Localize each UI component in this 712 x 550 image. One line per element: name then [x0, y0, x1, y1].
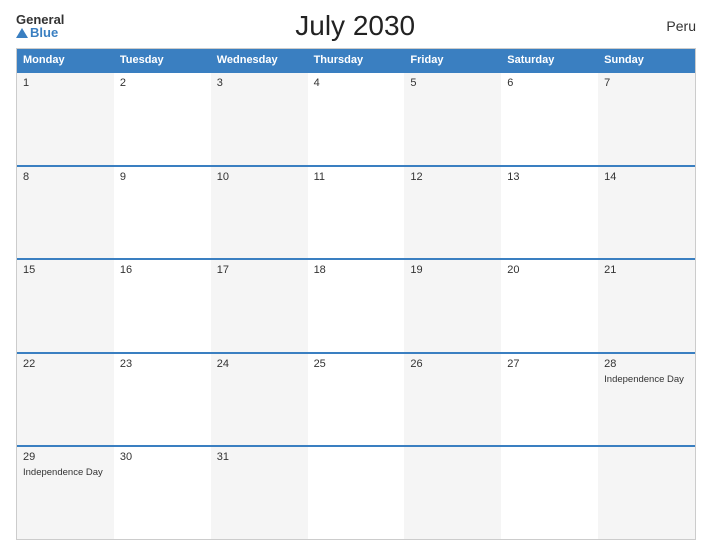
header-friday: Friday: [404, 49, 501, 71]
table-row: 20: [501, 260, 598, 352]
day-number: 13: [507, 171, 592, 183]
table-row: [404, 447, 501, 539]
day-number: 30: [120, 451, 205, 463]
table-row: 22: [17, 354, 114, 446]
table-row: 4: [308, 73, 405, 165]
table-row: 29 Independence Day: [17, 447, 114, 539]
calendar-page: General Blue July 2030 Peru Monday Tuesd…: [0, 0, 712, 550]
table-row: 9: [114, 167, 211, 259]
day-number: 11: [314, 171, 399, 183]
day-number: 8: [23, 171, 108, 183]
table-row: 6: [501, 73, 598, 165]
header-wednesday: Wednesday: [211, 49, 308, 71]
logo-blue-text: Blue: [16, 26, 64, 39]
table-row: 18: [308, 260, 405, 352]
table-row: 2: [114, 73, 211, 165]
table-row: 7: [598, 73, 695, 165]
day-number: 18: [314, 264, 399, 276]
header-thursday: Thursday: [308, 49, 405, 71]
day-number: 6: [507, 77, 592, 89]
day-event-label: Independence Day: [23, 467, 108, 479]
table-row: [501, 447, 598, 539]
header-tuesday: Tuesday: [114, 49, 211, 71]
logo-triangle-icon: [16, 28, 28, 38]
day-number: 3: [217, 77, 302, 89]
day-number: 20: [507, 264, 592, 276]
day-number: 5: [410, 77, 495, 89]
day-number: 29: [23, 451, 108, 463]
day-number: 16: [120, 264, 205, 276]
day-number: 15: [23, 264, 108, 276]
logo: General Blue: [16, 13, 64, 39]
day-number: 10: [217, 171, 302, 183]
table-row: 10: [211, 167, 308, 259]
table-row: [308, 447, 405, 539]
day-number: 9: [120, 171, 205, 183]
table-row: 1: [17, 73, 114, 165]
table-row: 25: [308, 354, 405, 446]
table-row: 30: [114, 447, 211, 539]
day-number: 31: [217, 451, 302, 463]
table-row: 23: [114, 354, 211, 446]
day-number: 25: [314, 358, 399, 370]
day-number: 12: [410, 171, 495, 183]
table-row: 13: [501, 167, 598, 259]
day-number: 17: [217, 264, 302, 276]
day-number: 4: [314, 77, 399, 89]
table-row: 26: [404, 354, 501, 446]
table-row: 17: [211, 260, 308, 352]
week-5: 29 Independence Day 30 31: [17, 445, 695, 539]
header: General Blue July 2030 Peru: [16, 10, 696, 42]
table-row: [598, 447, 695, 539]
day-number: 28: [604, 358, 689, 370]
day-number: 26: [410, 358, 495, 370]
week-4: 22 23 24 25 26 27 28 Independence Day: [17, 352, 695, 446]
table-row: 27: [501, 354, 598, 446]
table-row: 21: [598, 260, 695, 352]
calendar-body: 1234567891011121314151617181920212223242…: [17, 71, 695, 539]
header-saturday: Saturday: [501, 49, 598, 71]
table-row: 5: [404, 73, 501, 165]
header-monday: Monday: [17, 49, 114, 71]
calendar-title: July 2030: [64, 10, 646, 42]
day-event-label: Independence Day: [604, 374, 689, 386]
week-3: 15 16 17 18 19 20 21: [17, 258, 695, 352]
day-number: 21: [604, 264, 689, 276]
week-1: 1234567: [17, 71, 695, 165]
table-row: 16: [114, 260, 211, 352]
table-row: 24: [211, 354, 308, 446]
day-number: 27: [507, 358, 592, 370]
day-number: 22: [23, 358, 108, 370]
table-row: 3: [211, 73, 308, 165]
table-row: 14: [598, 167, 695, 259]
day-number: 23: [120, 358, 205, 370]
table-row: 15: [17, 260, 114, 352]
header-sunday: Sunday: [598, 49, 695, 71]
calendar-grid: Monday Tuesday Wednesday Thursday Friday…: [16, 48, 696, 540]
table-row: 12: [404, 167, 501, 259]
table-row: 8: [17, 167, 114, 259]
table-row: 31: [211, 447, 308, 539]
day-number: 19: [410, 264, 495, 276]
day-number: 24: [217, 358, 302, 370]
day-number: 1: [23, 77, 108, 89]
calendar-header: Monday Tuesday Wednesday Thursday Friday…: [17, 49, 695, 71]
table-row: 19: [404, 260, 501, 352]
country-label: Peru: [646, 18, 696, 34]
table-row: 28 Independence Day: [598, 354, 695, 446]
day-number: 2: [120, 77, 205, 89]
day-number: 14: [604, 171, 689, 183]
table-row: 11: [308, 167, 405, 259]
day-number: 7: [604, 77, 689, 89]
week-2: 89 10 11 12 13 14: [17, 165, 695, 259]
